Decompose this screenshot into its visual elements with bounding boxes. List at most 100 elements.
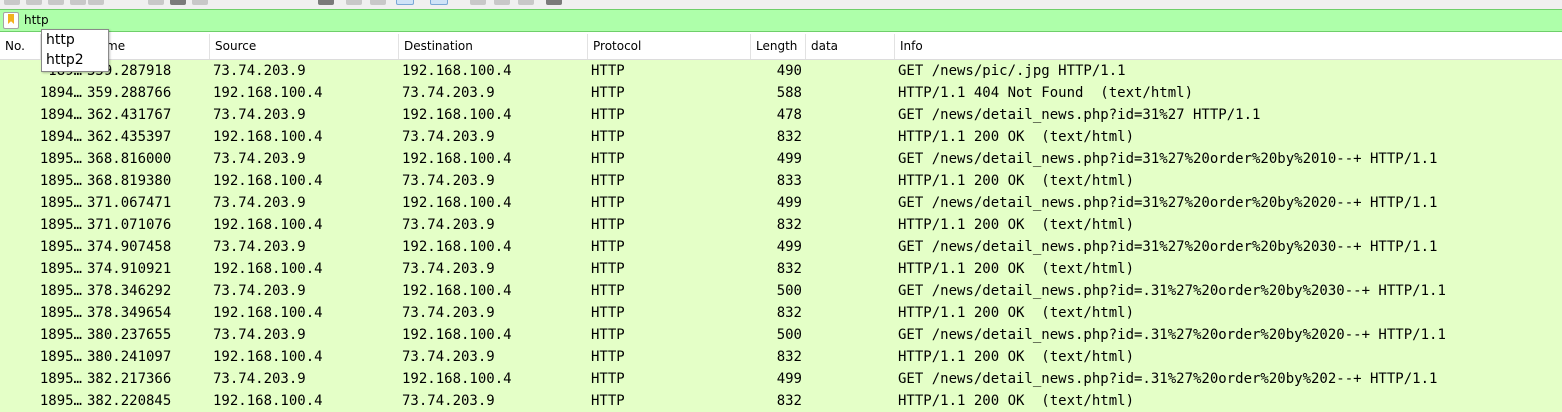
toolbar-button[interactable] — [170, 0, 186, 5]
filter-autocomplete-popup: http http2 — [41, 29, 109, 72]
packet-number: 1894… — [39, 129, 82, 145]
packet-protocol: HTTP — [591, 85, 625, 101]
packet-time: 371.071076 — [87, 217, 172, 233]
column-header-length[interactable]: Length — [751, 34, 806, 59]
packet-protocol: HTTP — [591, 393, 625, 409]
toolbar-button[interactable] — [346, 0, 362, 5]
packet-row[interactable]: 1895… 374.907458 73.74.203.9 192.168.100.4 H… — [0, 236, 1562, 258]
packet-length: 832 — [776, 261, 802, 277]
packet-length: 588 — [776, 85, 802, 101]
packet-protocol: HTTP — [591, 195, 625, 211]
packet-number: 1895… — [39, 371, 82, 387]
packet-source: 192.168.100.4 — [213, 217, 323, 233]
packet-length: 500 — [776, 283, 802, 299]
packet-time: 359.288766 — [87, 85, 172, 101]
packet-length: 500 — [776, 327, 802, 343]
toolbar-button[interactable] — [370, 0, 386, 5]
toolbar-button[interactable] — [318, 0, 334, 5]
toolbar-button[interactable] — [546, 0, 562, 5]
packet-row[interactable]: 1895… 374.910921 192.168.100.4 73.74.203.9 H… — [0, 258, 1562, 280]
packet-destination: 192.168.100.4 — [402, 107, 512, 123]
toolbar-button[interactable] — [148, 0, 164, 5]
toolbar-button[interactable] — [192, 0, 208, 5]
packet-row[interactable]: 1895… 382.220845 192.168.100.4 73.74.203.9 H… — [0, 390, 1562, 412]
packet-info: HTTP/1.1 200 OK (text/html) — [898, 349, 1135, 365]
packet-destination: 73.74.203.9 — [402, 85, 495, 101]
packet-row[interactable]: 1895… 380.237655 73.74.203.9 192.168.100.4 H… — [0, 324, 1562, 346]
display-filter-bar: http — [0, 9, 1562, 32]
packet-row[interactable]: 1894… 359.288766 192.168.100.4 73.74.203.9 H… — [0, 82, 1562, 104]
toolbar-button[interactable] — [70, 0, 86, 5]
autocomplete-item-http[interactable]: http — [42, 30, 108, 50]
toolbar-button[interactable] — [518, 0, 534, 5]
packet-length: 499 — [776, 371, 802, 387]
packet-source: 192.168.100.4 — [213, 305, 323, 321]
bookmark-icon[interactable] — [3, 12, 19, 29]
toolbar-button[interactable] — [396, 0, 414, 5]
packet-destination: 192.168.100.4 — [402, 63, 512, 79]
packet-number: 1894… — [39, 85, 82, 101]
autocomplete-item-http2[interactable]: http2 — [42, 50, 108, 70]
column-header-source[interactable]: Source — [210, 34, 399, 59]
packet-row[interactable]: 1895… 368.816000 73.74.203.9 192.168.100.4 H… — [0, 148, 1562, 170]
packet-time: 378.346292 — [87, 283, 172, 299]
column-header-destination[interactable]: Destination — [399, 34, 588, 59]
packet-time: 382.220845 — [87, 393, 172, 409]
packet-protocol: HTTP — [591, 283, 625, 299]
packet-number: 1895… — [39, 305, 82, 321]
packet-destination: 73.74.203.9 — [402, 305, 495, 321]
packet-info: HTTP/1.1 200 OK (text/html) — [898, 129, 1135, 145]
packet-row[interactable]: 1895… 371.071076 192.168.100.4 73.74.203.9 H… — [0, 214, 1562, 236]
packet-row[interactable]: 1895… 368.819380 192.168.100.4 73.74.203.9 H… — [0, 170, 1562, 192]
packet-info: GET /news/detail_news.php?id=31%27%20ord… — [898, 195, 1438, 211]
packet-destination: 73.74.203.9 — [402, 129, 495, 145]
toolbar-button[interactable] — [430, 0, 448, 5]
packet-destination: 73.74.203.9 — [402, 261, 495, 277]
toolbar-button[interactable] — [26, 0, 42, 5]
packet-destination: 73.74.203.9 — [402, 393, 495, 409]
toolbar-button[interactable] — [470, 0, 486, 5]
packet-info: GET /news/detail_news.php?id=31%27%20ord… — [898, 239, 1438, 255]
packet-row[interactable]: 1895… 371.067471 73.74.203.9 192.168.100.4 H… — [0, 192, 1562, 214]
toolbar-button[interactable] — [88, 0, 104, 5]
packet-row[interactable]: 1895… 378.349654 192.168.100.4 73.74.203.9 H… — [0, 302, 1562, 324]
packet-number: 1895… — [39, 349, 82, 365]
packet-row[interactable]: 1895… 382.217366 73.74.203.9 192.168.100.4 H… — [0, 368, 1562, 390]
packet-number: 1895… — [39, 283, 82, 299]
packet-info: GET /news/detail_news.php?id=.31%27%20or… — [898, 283, 1446, 299]
toolbar-button[interactable] — [494, 0, 510, 5]
packet-number: 1895… — [39, 261, 82, 277]
packet-length: 832 — [776, 305, 802, 321]
packet-protocol: HTTP — [591, 107, 625, 123]
display-filter-input[interactable]: http — [24, 12, 49, 29]
packet-row[interactable]: 189…359.28791873.74.203.9192.168.100.4HT… — [0, 60, 1562, 82]
packet-info: HTTP/1.1 200 OK (text/html) — [898, 173, 1135, 189]
packet-time: 371.067471 — [87, 195, 172, 211]
packet-row[interactable]: 1894… 362.435397 192.168.100.4 73.74.203.9 H… — [0, 126, 1562, 148]
packet-length: 499 — [776, 151, 802, 167]
packet-number: 1895… — [39, 195, 82, 211]
packet-time: 362.435397 — [87, 129, 172, 145]
toolbar-button[interactable] — [48, 0, 64, 5]
packet-length: 499 — [776, 195, 802, 211]
packet-number: 1895… — [39, 151, 82, 167]
packet-source: 73.74.203.9 — [213, 151, 306, 167]
column-header-data[interactable]: data — [806, 34, 895, 59]
packet-protocol: HTTP — [591, 129, 625, 145]
column-header-protocol[interactable]: Protocol — [588, 34, 751, 59]
packet-destination: 192.168.100.4 — [402, 371, 512, 387]
packet-source: 73.74.203.9 — [213, 283, 306, 299]
packet-destination: 192.168.100.4 — [402, 239, 512, 255]
packet-info: GET /news/detail_news.php?id=31%27%20ord… — [898, 151, 1438, 167]
column-header-info[interactable]: Info — [895, 34, 1562, 59]
packet-protocol: HTTP — [591, 327, 625, 343]
packet-destination: 192.168.100.4 — [402, 151, 512, 167]
column-header-no[interactable]: No. — [0, 34, 41, 59]
packet-row[interactable]: 1895… 378.346292 73.74.203.9 192.168.100.4 H… — [0, 280, 1562, 302]
packet-protocol: HTTP — [591, 151, 625, 167]
toolbar-button[interactable] — [4, 0, 20, 5]
packet-row[interactable]: 1894… 362.431767 73.74.203.9 192.168.100.4 H… — [0, 104, 1562, 126]
packet-row[interactable]: 1895… 380.241097 192.168.100.4 73.74.203.9 H… — [0, 346, 1562, 368]
packet-protocol: HTTP — [591, 63, 625, 79]
packet-destination: 73.74.203.9 — [402, 349, 495, 365]
